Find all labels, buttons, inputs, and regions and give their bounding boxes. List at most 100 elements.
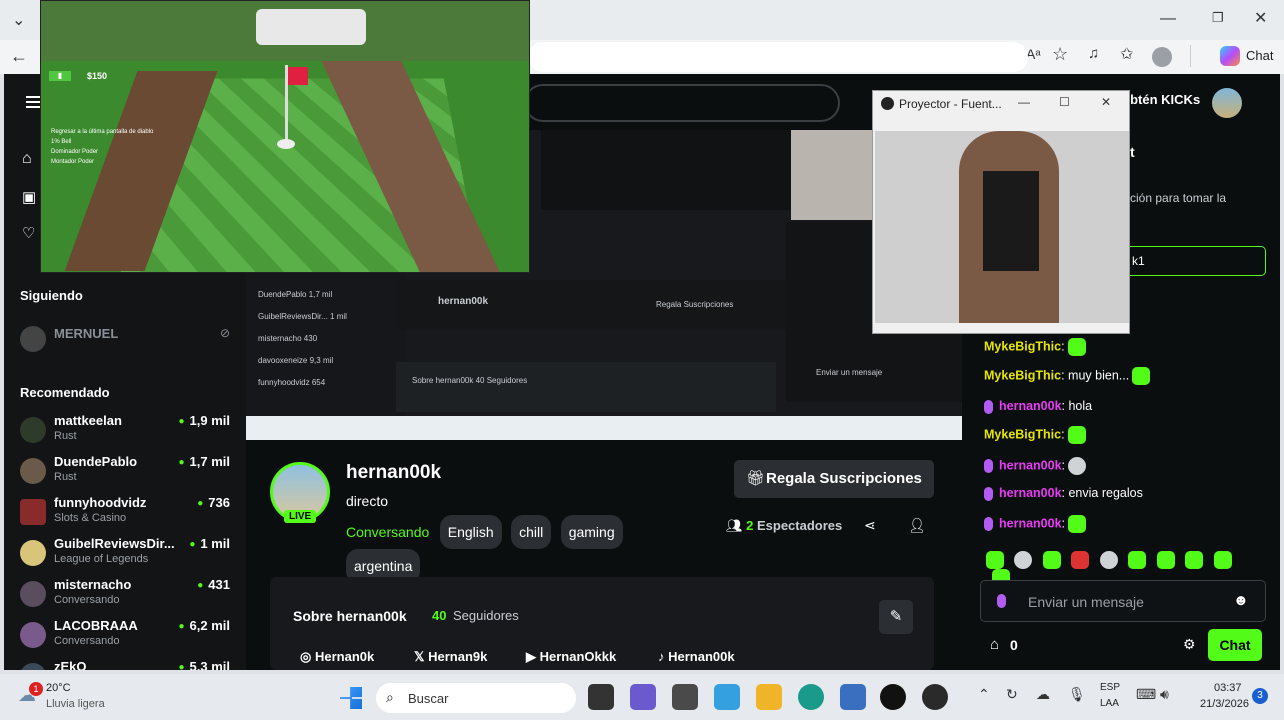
obs-projector-window[interactable]: Proyector - Fuent... — ☐ ✕ [872,90,1130,334]
back-icon[interactable]: ← [10,46,28,67]
home-icon[interactable]: ⌂ [22,150,32,168]
photos-icon[interactable] [672,684,698,710]
follow-user-icon[interactable]: 👤︎ [908,517,926,534]
copilot-icon[interactable] [1220,46,1240,66]
gift-icon: 🎁︎ [746,470,766,487]
tag-pill[interactable]: English [439,515,502,549]
task-view-icon[interactable] [588,684,614,710]
mic-badge-icon [984,399,993,414]
taskbar-search[interactable]: ⌕ Buscar [376,683,576,713]
share-icon[interactable]: ⋖ [864,517,876,534]
minimize-icon[interactable]: — [1160,10,1176,28]
obs-icon [881,97,894,110]
chat-username[interactable]: hernan00k [999,486,1062,500]
file-explorer-icon[interactable] [756,684,782,710]
windows-start-icon[interactable] [340,687,362,709]
category-link[interactable]: Conversando [346,524,429,540]
close-window-icon[interactable]: ✕ [1254,8,1267,28]
followers-label: Seguidores [453,608,519,623]
sidebar-item-lacobraaa[interactable]: LACOBRAAA Conversando 6,2 mil [20,618,240,658]
obs-app-icon[interactable] [922,684,948,710]
sidebar-item-guibelreviews[interactable]: GuibelReviewsDir... League of Legends 1 … [20,536,240,576]
sidebar-item-zeko[interactable]: zEkO 5,3 mil [20,659,240,670]
sidebar-item-mattkeelan[interactable]: mattkeelan Rust 1,9 mil [20,413,240,453]
copilot-chat-label[interactable]: Chat [1246,48,1273,63]
clock-time[interactable]: 03:37 [1214,682,1242,694]
restore-icon[interactable]: ❐ [1212,10,1224,26]
chat-text: : muy bien... [1061,368,1130,383]
favorites-icon[interactable]: ✩ [1120,44,1133,64]
read-aloud-icon[interactable]: Aᵃ [1026,46,1041,62]
emote-icon[interactable] [986,551,1004,569]
onedrive-icon[interactable]: ☁ [1036,686,1050,703]
emote-icon [1068,457,1087,475]
get-kicks-button[interactable]: Obtén KICKs [1120,92,1200,107]
channel-name: DuendePablo [54,454,138,469]
edge-icon[interactable] [798,684,824,710]
gift-subs-button[interactable]: 🎁︎ Regala Suscripciones [734,460,934,498]
sync-icon[interactable]: ↻ [1006,686,1018,703]
chat-username[interactable]: hernan00k [999,516,1062,530]
tiktok-app-icon[interactable] [880,684,906,710]
chat-input[interactable]: Enviar un mensaje ☻ [980,580,1266,622]
chat-settings-icon[interactable]: ⚙ [1183,636,1196,653]
favorite-star-icon[interactable]: ☆ [1052,44,1068,65]
active-app-icon[interactable] [714,684,740,710]
weather-temp[interactable]: 20°C [46,682,71,694]
profile-avatar[interactable] [1152,47,1172,67]
sidebar-item-duendepablo[interactable]: DuendePablo Rust 1,7 mil [20,454,240,494]
notification-badge[interactable]: 3 [1252,688,1268,704]
points-chest-icon[interactable]: ⌂ [990,636,999,653]
browse-icon[interactable]: ▣ [22,188,36,206]
store-icon[interactable] [840,684,866,710]
minimize-icon[interactable]: — [1018,95,1030,109]
media-icon[interactable]: ♫ [1088,45,1099,62]
maximize-icon[interactable]: ☐ [1059,95,1070,109]
viewer-count: 1 mil [189,536,230,551]
language-sub: LAA [1100,698,1119,709]
emote-bar [986,551,1256,588]
address-bar[interactable] [528,42,1028,72]
show-hidden-icons[interactable]: ⌃ [978,686,990,703]
channel-name[interactable]: hernan00k [346,462,441,484]
chat-username[interactable]: hernan00k [999,399,1062,413]
language-code[interactable]: ESP [1100,682,1120,693]
following-heart-icon[interactable]: ♡ [22,224,35,242]
emote-icon[interactable] [1042,551,1061,569]
network-icon[interactable]: ⌨ [1136,686,1156,703]
chat-username[interactable]: MykeBigThic [984,427,1061,441]
social-youtube[interactable]: ▶ HernanOkkk [526,649,616,665]
emote-icon[interactable] [1185,551,1204,569]
tag-pill[interactable]: gaming [560,515,623,549]
sidebar-item-misternacho[interactable]: misternacho Conversando 431 [20,577,240,617]
send-chat-button[interactable]: Chat [1208,629,1262,661]
sidebar-item-mernuel[interactable]: MERNUEL ⊘ [20,322,240,362]
chat-username[interactable]: MykeBigThic [984,339,1061,353]
user-avatar[interactable] [1212,88,1242,118]
emote-icon[interactable] [1213,551,1232,569]
pinned-message[interactable]: k1 [1130,246,1266,276]
social-tiktok[interactable]: ♪ Hernan00k [658,649,735,664]
social-x[interactable]: 𝕏 Hernan9k [414,649,487,665]
chat-username[interactable]: MykeBigThic [984,368,1061,382]
edit-pencil-icon[interactable]: ✎ [879,600,913,634]
close-icon[interactable]: ✕ [1101,95,1111,109]
emoji-picker-icon[interactable]: ☻ [1233,592,1249,609]
emote-icon[interactable] [1071,551,1090,569]
microphone-icon[interactable]: 🎙︎ [1068,686,1086,703]
emote-icon[interactable] [1099,551,1118,569]
volume-icon[interactable]: 🔊︎ [1160,686,1169,703]
sidebar-item-funnyhoodvidz[interactable]: funnyhoodvidz Slots & Casino 736 [20,495,240,535]
chat-username[interactable]: hernan00k [999,458,1062,472]
chat-message: MykeBigThic: muy bien... [984,367,1151,385]
tab-dropdown-icon[interactable]: ⌄ [12,10,25,30]
teams-icon[interactable] [630,684,656,710]
search-input[interactable] [524,84,840,122]
social-instagram[interactable]: ◎ Hernan0k [300,649,374,665]
mic-badge-icon [984,459,993,473]
tag-pill[interactable]: chill [511,515,552,549]
chat-message: hernan00k: envia regalos [984,486,1143,501]
emote-icon[interactable] [1128,551,1147,569]
emote-icon[interactable] [1156,551,1175,569]
emote-icon[interactable] [1014,551,1033,569]
